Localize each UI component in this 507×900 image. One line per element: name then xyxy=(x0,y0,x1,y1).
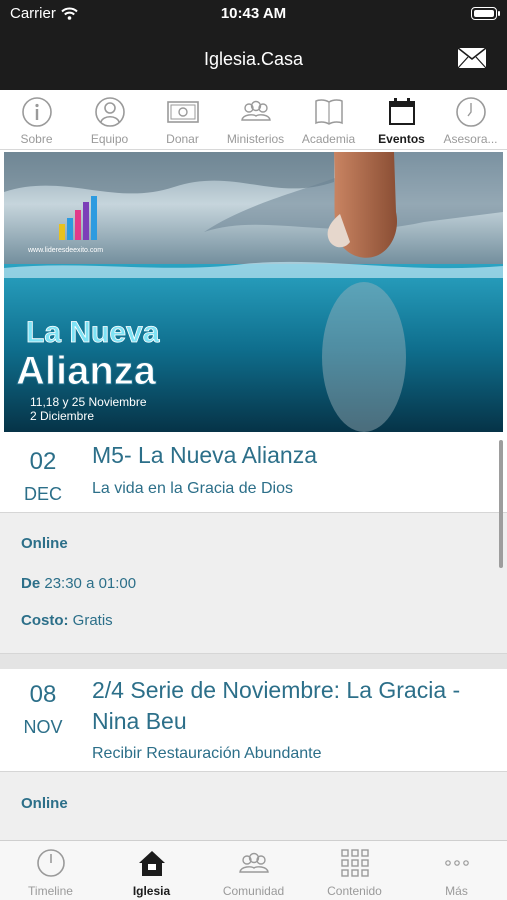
tab-mas[interactable]: Más xyxy=(406,841,507,900)
event-day: 02 xyxy=(29,448,57,475)
banner-title-line2: Alianza xyxy=(16,349,157,393)
event-title: M5- La Nueva Alianza xyxy=(92,442,318,468)
book-icon xyxy=(315,99,343,125)
banner-dates-line2: 2 Diciembre xyxy=(30,409,94,423)
tab-comunidad[interactable]: Comunidad xyxy=(203,841,304,900)
menu-item-asesoramiento[interactable]: Asesora... xyxy=(434,90,507,150)
event-location: Online xyxy=(21,795,68,812)
event-time: De 23:30 a 01:00 xyxy=(21,575,136,592)
event-details: Online De 23:30 a 01:00 Costo: Gratis xyxy=(0,513,507,653)
more-icon xyxy=(445,860,469,866)
tab-iglesia[interactable]: Iglesia xyxy=(101,841,202,900)
event-day: 08 xyxy=(29,681,57,708)
clock-icon xyxy=(456,97,486,127)
menu-item-label: Donar xyxy=(166,132,199,146)
menu-item-donar[interactable]: Donar xyxy=(146,90,219,150)
event-cost-value: Gratis xyxy=(72,612,113,629)
section-menu: Sobre Equipo Donar Ministerios Academia … xyxy=(0,90,507,150)
banner-url: www.lideresdeexito.com xyxy=(27,247,103,254)
banner-dates-line1: 11,18 y 25 Noviembre xyxy=(30,395,147,409)
event-month: NOV xyxy=(23,717,63,737)
clock: 10:43 AM xyxy=(220,5,287,22)
event-card[interactable]: 08 NOV 2/4 Serie de Noviembre: La Gracia… xyxy=(0,669,507,772)
event-banner[interactable]: www.lideresdeexito.com La Nueva Alianza … xyxy=(0,150,507,434)
event-details: Online xyxy=(0,772,507,840)
tab-label: Timeline xyxy=(28,884,73,898)
event-banner-image: www.lideresdeexito.com La Nueva Alianza … xyxy=(4,152,503,432)
group-icon xyxy=(241,100,271,121)
navigation-bar: Iglesia.Casa xyxy=(0,28,507,90)
banner-title-line1: La Nueva xyxy=(26,316,160,349)
tab-label: Contenido xyxy=(327,884,382,898)
event-cost: Costo: Gratis xyxy=(21,612,113,629)
menu-item-academia[interactable]: Academia xyxy=(292,90,365,150)
tab-label: Más xyxy=(445,884,468,898)
menu-item-ministerios[interactable]: Ministerios xyxy=(219,90,292,150)
tab-label: Comunidad xyxy=(222,884,285,898)
tab-bar: Timeline Iglesia Comunidad Contenido Más xyxy=(0,840,507,900)
event-location: Online xyxy=(21,535,68,552)
calendar-icon xyxy=(389,98,415,125)
home-icon xyxy=(139,851,165,876)
menu-item-label: Academia xyxy=(301,132,356,146)
event-subtitle: La vida en la Gracia de Dios xyxy=(92,480,293,497)
menu-item-label: Asesora... xyxy=(443,132,498,146)
scrollbar[interactable] xyxy=(499,440,503,568)
mail-icon[interactable] xyxy=(457,47,487,69)
group-icon xyxy=(239,852,269,873)
menu-item-label: Sobre xyxy=(20,132,53,146)
event-subtitle: Recibir Restauración Abundante xyxy=(92,745,322,762)
event-cost-label: Costo: xyxy=(21,612,69,629)
event-month: DEC xyxy=(23,484,62,504)
tab-contenido[interactable]: Contenido xyxy=(304,841,405,900)
event-separator xyxy=(0,653,507,669)
menu-item-sobre[interactable]: Sobre xyxy=(0,90,73,150)
tab-label: Iglesia xyxy=(132,884,171,898)
battery-icon xyxy=(471,7,500,20)
menu-item-eventos[interactable]: Eventos xyxy=(365,90,438,150)
event-title: 2/4 Serie de Noviembre: La Gracia - Nina… xyxy=(92,677,461,734)
event-time-label: De xyxy=(21,575,41,592)
nav-title: Iglesia.Casa xyxy=(203,49,304,69)
status-bar: Carrier 10:43 AM xyxy=(0,0,507,28)
money-icon xyxy=(167,101,199,123)
info-icon xyxy=(22,97,52,127)
menu-item-label: Equipo xyxy=(90,132,129,146)
event-card[interactable]: 02 DEC M5- La Nueva Alianza La vida en l… xyxy=(0,434,507,513)
event-time-value: 23:30 a 01:00 xyxy=(44,575,137,592)
menu-item-equipo[interactable]: Equipo xyxy=(73,90,146,150)
menu-item-label: Ministerios xyxy=(226,132,285,146)
grid-icon xyxy=(341,849,369,877)
clock-icon xyxy=(37,849,65,877)
tab-timeline[interactable]: Timeline xyxy=(0,841,101,900)
menu-item-label: Eventos xyxy=(378,132,425,146)
person-icon xyxy=(95,97,125,127)
